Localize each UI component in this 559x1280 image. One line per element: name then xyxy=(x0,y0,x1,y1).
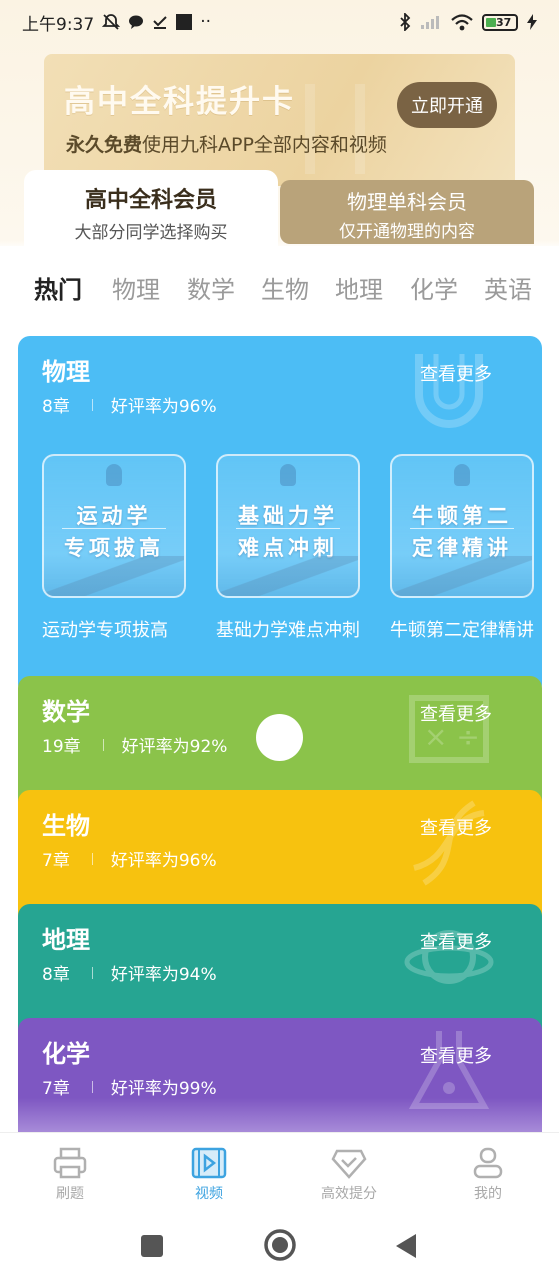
nav-score-boost[interactable]: 高效提分 xyxy=(299,1147,399,1203)
card-title: 数学 xyxy=(42,698,90,726)
subject-tabs: 热门 物理 数学 生物 地理 化学 英语 xyxy=(0,246,559,332)
notification-square-icon xyxy=(176,14,193,30)
battery-indicator: 37 xyxy=(482,13,518,31)
mountain-image xyxy=(392,556,532,596)
download-check-icon xyxy=(153,16,167,29)
printer-icon xyxy=(53,1147,87,1179)
thumbnail-text: 牛顿第二 xyxy=(412,504,512,528)
diamond-check-icon xyxy=(331,1149,367,1179)
nav-mine[interactable]: 我的 xyxy=(438,1147,538,1203)
tab-biology[interactable]: 生物 xyxy=(261,270,309,305)
membership-title: 高中全科会员 xyxy=(84,188,217,213)
back-button[interactable] xyxy=(394,1232,418,1260)
profile-icon xyxy=(473,1147,503,1179)
flask-icon xyxy=(408,1031,490,1109)
tab-math[interactable]: 数学 xyxy=(187,270,235,305)
banner-subtitle: 永久免费使用九科APP全部内容和视频 xyxy=(66,134,387,156)
membership-title: 物理单科会员 xyxy=(347,190,467,214)
status-bar: 上午9:37 ·· 37 xyxy=(0,0,559,44)
nav-video[interactable]: 视频 xyxy=(159,1147,259,1203)
thumbnail-text: 运动学 xyxy=(76,504,152,528)
nav-label: 高效提分 xyxy=(321,1186,377,1202)
membership-desc: 大部分同学选择购买 xyxy=(74,223,228,243)
tab-physics-membership[interactable]: 物理单科会员 仅开通物理的内容 xyxy=(280,180,534,244)
chapter-count: 8章 xyxy=(42,397,70,417)
banner-decoration xyxy=(305,84,365,174)
card-title: 物理 xyxy=(42,358,90,386)
floating-touch-indicator xyxy=(256,714,303,761)
tab-english[interactable]: 英语 xyxy=(484,270,532,305)
view-more-link[interactable]: 查看更多 xyxy=(420,928,492,954)
nav-label: 视频 xyxy=(195,1186,223,1202)
course-thumbnail[interactable]: 基础力学 难点冲刺 xyxy=(216,454,360,598)
course-label[interactable]: 运动学专项拔高 xyxy=(42,616,168,642)
more-dots-icon: ·· xyxy=(200,12,211,32)
course-label[interactable]: 基础力学难点冲刺 xyxy=(216,616,360,642)
signal-icon xyxy=(421,16,439,29)
rating-text: 好评率为96% xyxy=(110,851,217,871)
course-thumbnail[interactable]: 牛顿第二 定律精讲 xyxy=(390,454,534,598)
mountain-image xyxy=(218,556,358,596)
system-navigation-bar xyxy=(0,1216,559,1280)
nav-label: 刷题 xyxy=(56,1186,84,1202)
chapter-count: 19章 xyxy=(42,737,81,757)
chapter-count: 7章 xyxy=(42,851,70,871)
badge-icon xyxy=(106,464,122,486)
course-label[interactable]: 牛顿第二定律精讲 xyxy=(390,616,534,642)
rating-text: 好评率为96% xyxy=(110,397,217,417)
status-time: 上午9:37 xyxy=(22,14,95,35)
view-more-link[interactable]: 查看更多 xyxy=(420,814,492,840)
charging-bolt-icon xyxy=(527,14,537,30)
rating-text: 好评率为99% xyxy=(110,1079,217,1099)
card-title: 地理 xyxy=(42,926,90,954)
tab-chemistry[interactable]: 化学 xyxy=(410,270,458,305)
tab-all-subject-membership[interactable]: 高中全科会员 大部分同学选择购买 xyxy=(24,170,278,248)
nav-practice[interactable]: 刷题 xyxy=(20,1147,120,1203)
view-more-link[interactable]: 查看更多 xyxy=(420,700,492,726)
planet-icon xyxy=(404,930,494,984)
recent-apps-button[interactable] xyxy=(140,1234,164,1258)
chat-bubble-icon xyxy=(129,15,144,29)
card-meta: 8章 好评率为94% xyxy=(42,960,217,985)
card-title: 化学 xyxy=(42,1040,90,1068)
promo-banner[interactable]: 高中全科提升卡 永久免费使用九科APP全部内容和视频 立即开通 xyxy=(44,54,515,186)
activate-now-button[interactable]: 立即开通 xyxy=(397,82,497,128)
bottom-navigation: 刷题 视频 高效提分 我的 xyxy=(0,1132,559,1216)
home-button[interactable] xyxy=(263,1228,297,1262)
wifi-icon xyxy=(451,13,473,30)
subject-card-physics[interactable]: 物理 8章 好评率为96% 查看更多 运动学 专项拔高 基础力学 难点冲刺 牛顿第… xyxy=(18,336,542,696)
card-meta: 7章 好评率为96% xyxy=(42,846,217,871)
rating-text: 好评率为92% xyxy=(121,737,228,757)
view-more-link[interactable]: 查看更多 xyxy=(420,1042,492,1068)
mountain-image xyxy=(44,556,184,596)
card-meta: 19章 好评率为92% xyxy=(42,732,227,757)
course-thumbnail[interactable]: 运动学 专项拔高 xyxy=(42,454,186,598)
video-play-icon xyxy=(191,1147,227,1179)
badge-icon xyxy=(280,464,296,486)
tab-hot[interactable]: 热门 xyxy=(34,270,82,305)
card-meta: 8章 好评率为96% xyxy=(42,392,217,417)
tab-geography[interactable]: 地理 xyxy=(335,270,383,305)
nav-label: 我的 xyxy=(474,1186,502,1202)
card-meta: 7章 好评率为99% xyxy=(42,1074,217,1099)
badge-icon xyxy=(454,464,470,486)
rating-text: 好评率为94% xyxy=(110,965,217,985)
bluetooth-icon xyxy=(400,13,411,31)
magnet-icon xyxy=(415,354,483,428)
dna-icon xyxy=(413,800,485,886)
bell-muted-icon xyxy=(102,14,121,30)
view-more-link[interactable]: 查看更多 xyxy=(420,360,492,386)
banner-title: 高中全科提升卡 xyxy=(64,84,295,120)
card-title: 生物 xyxy=(42,812,90,840)
chapter-count: 8章 xyxy=(42,965,70,985)
membership-desc: 仅开通物理的内容 xyxy=(339,222,475,242)
chapter-count: 7章 xyxy=(42,1079,70,1099)
tab-physics[interactable]: 物理 xyxy=(112,270,160,305)
thumbnail-text: 基础力学 xyxy=(238,504,338,528)
